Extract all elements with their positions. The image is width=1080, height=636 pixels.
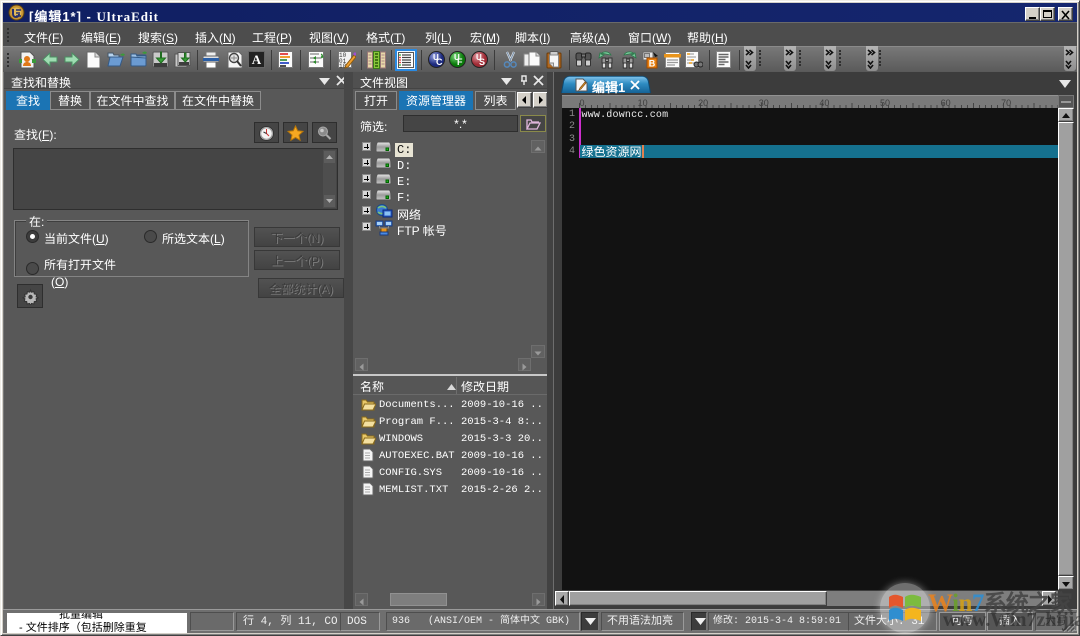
svg-text:C: C bbox=[436, 57, 443, 67]
svg-text:A: A bbox=[252, 52, 262, 67]
svg-text:B: B bbox=[649, 59, 656, 69]
svg-text:F: F bbox=[457, 57, 463, 67]
svg-text:S: S bbox=[479, 57, 485, 67]
